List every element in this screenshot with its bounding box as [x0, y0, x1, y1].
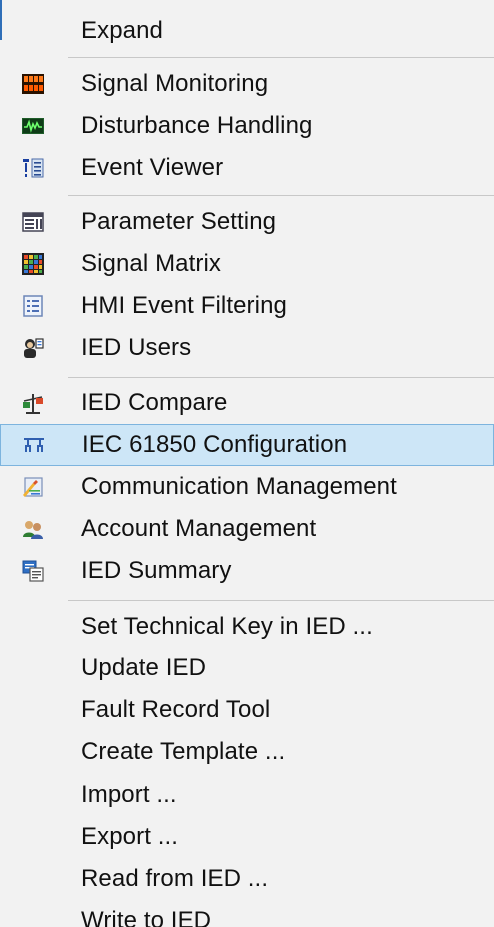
menu-item-signal-matrix[interactable]: Signal Matrix: [0, 243, 494, 285]
menu-item-label: Create Template ...: [81, 738, 286, 765]
menu-item-label: IEC 61850 Configuration: [82, 431, 348, 458]
event-viewer-icon: [21, 156, 45, 180]
menu-separator: [68, 377, 494, 378]
disturbance-handling-icon: [21, 114, 45, 138]
menu-separator: [68, 195, 494, 196]
menu-item-label: Export ...: [81, 823, 179, 850]
menu-item-create-template[interactable]: Create Template ...: [0, 731, 494, 773]
menu-item-import[interactable]: Import ...: [0, 774, 494, 816]
ied-summary-icon: [21, 559, 45, 583]
menu-item-ied-users[interactable]: IED Users: [0, 327, 494, 369]
menu-item-label: Fault Record Tool: [81, 696, 271, 723]
signal-monitoring-icon: [21, 72, 45, 96]
menu-item-label: IED Summary: [81, 557, 232, 584]
menu-item-label: Event Viewer: [81, 154, 224, 181]
menu-item-label: Parameter Setting: [81, 208, 277, 235]
menu-item-ied-summary[interactable]: IED Summary: [0, 550, 494, 592]
communication-management-icon: [21, 475, 45, 499]
context-menu: Expand Signal Monitoring Disturbance Han…: [0, 0, 494, 927]
menu-item-label: IED Compare: [81, 389, 228, 416]
menu-item-label: Expand: [81, 17, 163, 44]
menu-item-label: HMI Event Filtering: [81, 292, 287, 319]
menu-item-update-ied[interactable]: Update IED: [0, 647, 494, 689]
menu-item-label: Communication Management: [81, 473, 397, 500]
signal-matrix-icon: [21, 252, 45, 276]
menu-item-ied-compare[interactable]: IED Compare: [0, 382, 494, 424]
parameter-setting-icon: [21, 210, 45, 234]
menu-item-expand[interactable]: Expand: [0, 10, 494, 52]
menu-item-label: Disturbance Handling: [81, 112, 313, 139]
menu-item-label: Update IED: [81, 654, 207, 681]
menu-item-label: Signal Monitoring: [81, 70, 269, 97]
menu-item-write-to-ied[interactable]: Write to IED: [0, 900, 494, 927]
menu-item-label: Account Management: [81, 515, 317, 542]
menu-item-label: Read from IED ...: [81, 865, 269, 892]
menu-item-label: Import ...: [81, 781, 177, 808]
hmi-event-filtering-icon: [21, 294, 45, 318]
menu-item-account-management[interactable]: Account Management: [0, 508, 494, 550]
ied-compare-icon: [21, 391, 45, 415]
menu-item-fault-record-tool[interactable]: Fault Record Tool: [0, 689, 494, 731]
menu-item-communication-management[interactable]: Communication Management: [0, 466, 494, 508]
menu-separator: [68, 600, 494, 601]
menu-item-event-viewer[interactable]: Event Viewer: [0, 147, 494, 189]
menu-separator: [68, 57, 494, 58]
menu-item-set-technical-key[interactable]: Set Technical Key in IED ...: [0, 606, 494, 648]
menu-item-hmi-event-filtering[interactable]: HMI Event Filtering: [0, 285, 494, 327]
menu-item-disturbance-handling[interactable]: Disturbance Handling: [0, 105, 494, 147]
menu-item-signal-monitoring[interactable]: Signal Monitoring: [0, 63, 494, 105]
account-management-icon: [21, 517, 45, 541]
menu-item-iec-61850-configuration[interactable]: IEC 61850 Configuration: [0, 424, 494, 466]
menu-item-label: Set Technical Key in IED ...: [81, 613, 373, 640]
menu-item-read-from-ied[interactable]: Read from IED ...: [0, 858, 494, 900]
menu-item-label: IED Users: [81, 334, 192, 361]
menu-item-parameter-setting[interactable]: Parameter Setting: [0, 201, 494, 243]
iec-61850-configuration-icon: [22, 433, 46, 457]
menu-item-label: Write to IED: [81, 907, 212, 927]
ied-users-icon: [21, 336, 45, 360]
menu-item-export[interactable]: Export ...: [0, 816, 494, 858]
menu-item-label: Signal Matrix: [81, 250, 222, 277]
